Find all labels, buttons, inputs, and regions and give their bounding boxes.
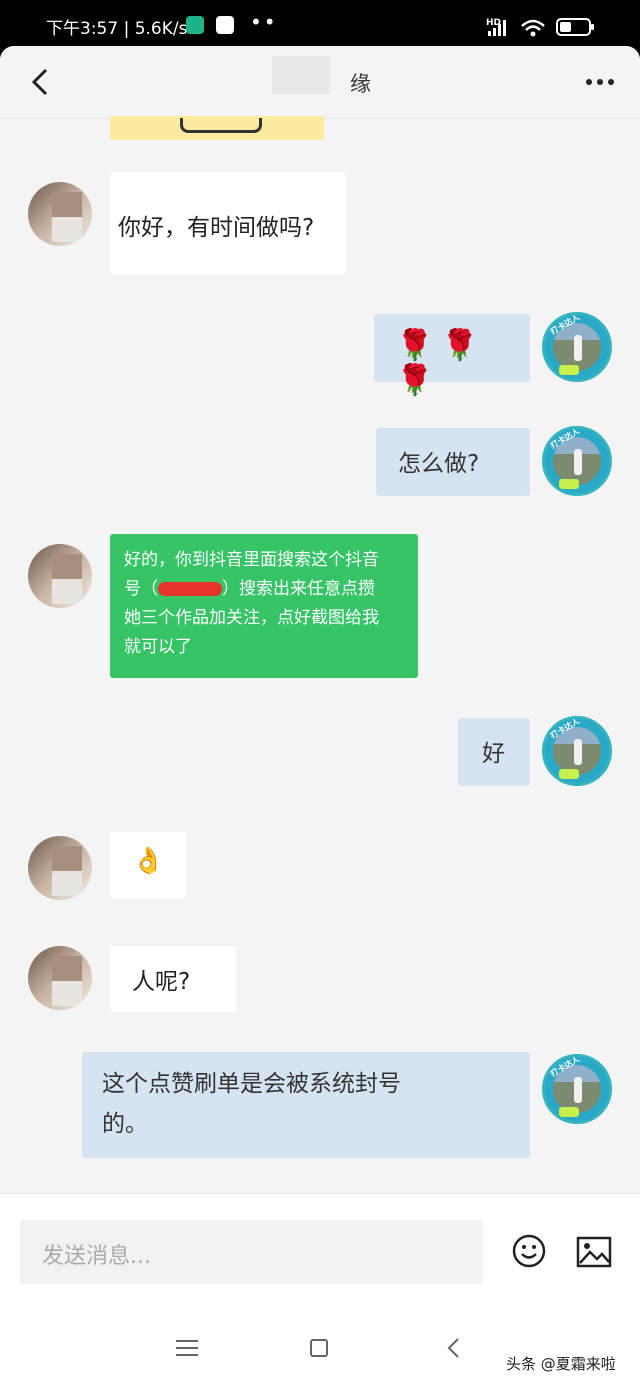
redacted-name-mosaic	[272, 56, 330, 94]
redacted-scribble	[158, 582, 222, 596]
received-message[interactable]: 你好，有时间做吗?	[110, 172, 346, 274]
message-text: 好	[482, 741, 505, 767]
input-placeholder: 发送消息...	[42, 1244, 151, 1269]
message-line: 她三个作品加关注，点好截图给我	[124, 608, 379, 628]
system-navigation-bar: 头条 @夏霜来啦	[0, 1311, 640, 1387]
received-message[interactable]: 👌	[110, 832, 186, 898]
message-line: 好的，你到抖音里面搜索这个抖音	[124, 550, 379, 570]
message-line: 就可以了	[124, 637, 192, 657]
message-text: ）搜索出来任意点攒	[222, 579, 375, 599]
ok-hand-emoji: 👌	[132, 846, 165, 876]
message-line: 的。	[102, 1111, 148, 1137]
message-text: 怎么做?	[398, 451, 480, 477]
my-avatar[interactable]: 打卡达人	[542, 1054, 612, 1124]
my-avatar[interactable]: 打卡达人	[542, 312, 612, 382]
contact-avatar[interactable]	[28, 946, 92, 1010]
message-input-bar: 发送消息...	[0, 1193, 640, 1312]
chat-screen: 缘 你好，有时间做吗? 🌹🌹🌹 打卡达人 怎么做? 打卡达人 好的，你到抖音里面…	[0, 46, 640, 1387]
message-text: 你好，有时间做吗?	[118, 215, 315, 241]
more-notifications-icon: ••	[250, 10, 278, 34]
my-avatar[interactable]: 打卡达人	[542, 426, 612, 496]
chat-title: 缘	[350, 72, 371, 96]
rose-emoji-text: 🌹🌹🌹	[396, 328, 487, 398]
message-line: 号（ ）搜索出来任意点攒	[124, 575, 404, 604]
shield-app-icon	[186, 16, 204, 34]
contact-avatar[interactable]	[28, 544, 92, 608]
image-icon[interactable]	[576, 1236, 612, 1268]
message-text: 人呢?	[132, 969, 191, 995]
home-icon[interactable]	[310, 1339, 328, 1357]
watermark: 头条 @夏霜来啦	[506, 1355, 616, 1373]
signal-icon	[488, 20, 506, 36]
back-nav-icon[interactable]	[446, 1337, 460, 1359]
battery-icon	[556, 18, 594, 36]
sent-message[interactable]: 好	[458, 718, 530, 786]
status-time: 下午3:57 | 5.6K/s	[46, 19, 188, 39]
contact-avatar[interactable]	[28, 836, 92, 900]
wifi-icon	[521, 19, 545, 37]
play-app-icon	[216, 16, 234, 34]
chat-header: 缘	[0, 46, 640, 119]
received-message[interactable]: 人呢?	[110, 946, 236, 1012]
contact-avatar[interactable]	[28, 182, 92, 246]
recent-apps-icon[interactable]	[176, 1339, 198, 1357]
message-line: 这个点赞刷单是会被系统封号	[102, 1071, 401, 1097]
sent-message[interactable]: 这个点赞刷单是会被系统封号 的。	[82, 1052, 530, 1158]
sticker-shape	[180, 118, 262, 133]
sent-message[interactable]: 怎么做?	[376, 428, 530, 496]
sent-message[interactable]: 🌹🌹🌹	[374, 314, 530, 398]
more-options-button[interactable]	[582, 76, 618, 88]
status-bar: 下午3:57 | 5.6K/s •• HD	[0, 0, 640, 50]
my-avatar[interactable]: 打卡达人	[542, 716, 612, 786]
received-message-green[interactable]: 好的，你到抖音里面搜索这个抖音 号（ ）搜索出来任意点攒 她三个作品加关注，点好截…	[110, 534, 418, 678]
message-text: 号（	[124, 579, 158, 599]
emoji-icon[interactable]	[512, 1234, 546, 1268]
message-input[interactable]: 发送消息...	[20, 1220, 483, 1284]
back-arrow-icon[interactable]	[24, 64, 60, 100]
